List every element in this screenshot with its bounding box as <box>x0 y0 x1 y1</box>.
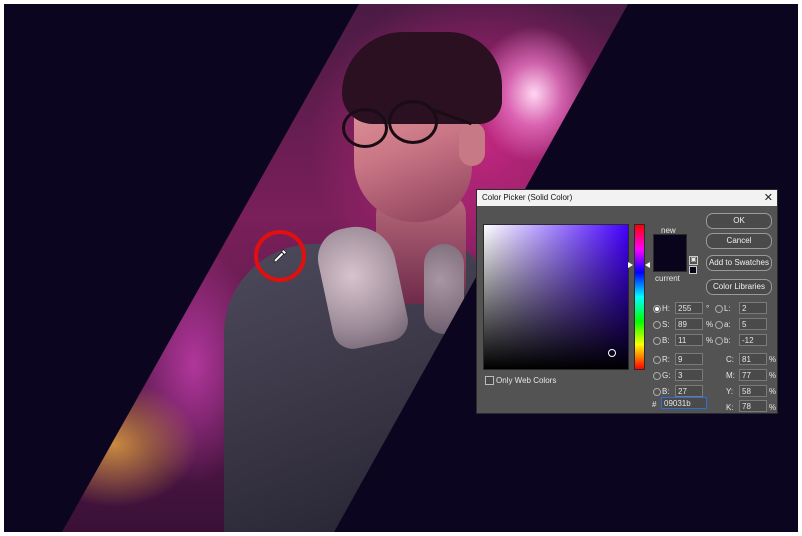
lab-b-label: b: <box>724 336 731 345</box>
hue-slider-right-arrow[interactable] <box>645 262 650 268</box>
brightness-field[interactable]: 11 <box>675 334 703 346</box>
lab-l-label: L: <box>724 304 731 313</box>
new-color-swatch <box>653 234 687 253</box>
saturation-unit: % <box>706 320 714 329</box>
glasses-right-lens <box>388 100 438 144</box>
lab-b-field[interactable]: -12 <box>739 334 767 346</box>
red-field[interactable]: 9 <box>675 353 703 365</box>
saturation-label: S: <box>662 320 670 329</box>
magenta-label: M: <box>726 371 735 380</box>
yellow-label: Y: <box>726 387 734 396</box>
only-web-colors-label: Only Web Colors <box>496 376 557 385</box>
blue-radio[interactable] <box>653 388 661 396</box>
hue-unit: ° <box>706 304 710 313</box>
blue-label: B: <box>662 387 670 396</box>
add-to-swatches-button[interactable]: Add to Swatches <box>706 255 772 271</box>
green-radio[interactable] <box>653 372 661 380</box>
eyedropper-highlight-ring <box>254 230 306 282</box>
yellow-field[interactable]: 58 <box>739 385 767 397</box>
brightness-unit: % <box>706 336 714 345</box>
cyan-field[interactable]: 81 <box>739 353 767 365</box>
green-label: G: <box>662 371 671 380</box>
magenta-unit: % <box>769 371 777 380</box>
brightness-radio[interactable] <box>653 337 661 345</box>
color-libraries-button[interactable]: Color Libraries <box>706 279 772 295</box>
cancel-button[interactable]: Cancel <box>706 233 772 249</box>
hue-label: H: <box>662 304 670 313</box>
ear <box>459 122 485 166</box>
hue-slider[interactable] <box>634 224 645 370</box>
current-color-swatch[interactable] <box>653 253 687 272</box>
black-unit: % <box>769 403 777 412</box>
brightness-label: B: <box>662 336 670 345</box>
web-safe-swatch-icon[interactable] <box>689 266 697 274</box>
red-label: R: <box>662 355 670 364</box>
current-color-label: current <box>655 274 680 283</box>
lab-l-field[interactable]: 2 <box>739 302 767 314</box>
green-field[interactable]: 3 <box>675 369 703 381</box>
close-icon[interactable]: ✕ <box>764 191 773 204</box>
eyedropper-icon[interactable] <box>271 247 289 265</box>
black-label: K: <box>726 403 734 412</box>
ok-button[interactable]: OK <box>706 213 772 229</box>
red-radio[interactable] <box>653 356 661 364</box>
lab-a-label: a: <box>724 320 731 329</box>
hex-field[interactable]: 09031b <box>661 397 707 409</box>
dialog-title: Color Picker (Solid Color) <box>482 193 573 202</box>
document-canvas[interactable]: Color Picker (Solid Color) ✕ new current… <box>4 4 798 532</box>
hue-field[interactable]: 255 <box>675 302 703 314</box>
only-web-colors-checkbox[interactable] <box>485 376 494 385</box>
hue-slider-left-arrow[interactable] <box>628 262 633 268</box>
lab-a-radio[interactable] <box>715 321 723 329</box>
hex-hash-label: # <box>652 400 657 409</box>
color-field-cursor[interactable] <box>608 349 616 357</box>
sherpa-collar-right <box>424 244 464 334</box>
color-picker-dialog[interactable]: Color Picker (Solid Color) ✕ new current… <box>476 189 778 414</box>
lab-b-radio[interactable] <box>715 337 723 345</box>
hue-radio[interactable] <box>653 305 661 313</box>
yellow-unit: % <box>769 387 777 396</box>
cube-warning-icon[interactable]: ▣ <box>689 256 698 265</box>
magenta-field[interactable]: 77 <box>739 369 767 381</box>
lab-a-field[interactable]: 5 <box>739 318 767 330</box>
glasses-left-lens <box>342 108 388 148</box>
blue-field[interactable]: 27 <box>675 385 703 397</box>
lab-l-radio[interactable] <box>715 305 723 313</box>
black-field[interactable]: 78 <box>739 400 767 412</box>
cyan-unit: % <box>769 355 777 364</box>
cyan-label: C: <box>726 355 734 364</box>
dialog-titlebar[interactable]: Color Picker (Solid Color) ✕ <box>477 190 777 206</box>
saturation-field[interactable]: 89 <box>675 318 703 330</box>
saturation-brightness-field[interactable] <box>483 224 629 370</box>
saturation-radio[interactable] <box>653 321 661 329</box>
